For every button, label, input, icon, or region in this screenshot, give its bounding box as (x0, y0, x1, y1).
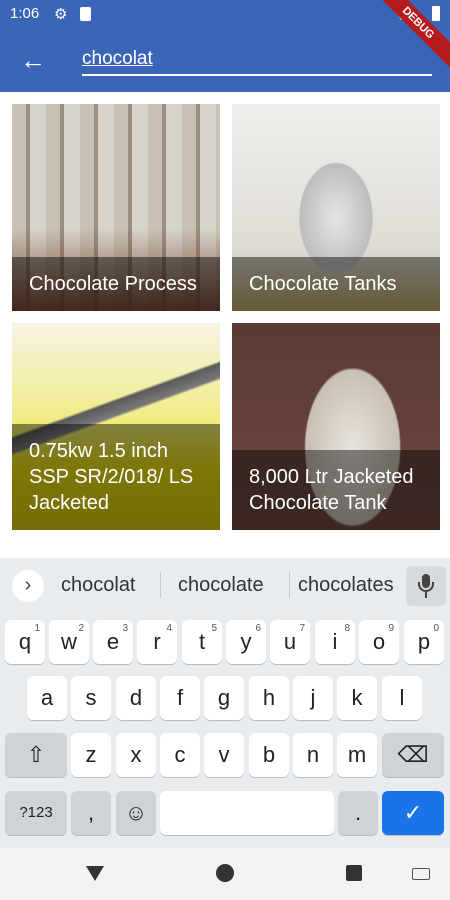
key-q[interactable]: q1 (5, 620, 45, 664)
status-time: 1:06 (10, 5, 40, 22)
emoji-icon[interactable]: ☺ (116, 791, 156, 835)
key-c[interactable]: c (160, 733, 200, 777)
key-u[interactable]: u7 (270, 620, 310, 664)
result-title: 0.75kw 1.5 inch SSP SR/2/018/ LS Jackete… (12, 424, 220, 530)
key-label: y (240, 629, 252, 654)
mic-stand (418, 582, 434, 592)
key-z[interactable]: z (71, 733, 111, 777)
key-hint: 3 (122, 623, 128, 634)
back-arrow-icon[interactable]: ← (18, 46, 48, 76)
key-d[interactable]: d (116, 676, 156, 720)
result-tile[interactable]: Chocolate Process (12, 104, 220, 311)
nav-back-icon[interactable] (86, 866, 104, 881)
keyboard-switch-icon[interactable] (412, 868, 430, 880)
key-p[interactable]: p0 (404, 620, 444, 664)
suggestion-divider (289, 572, 290, 598)
key-hint: 2 (78, 623, 84, 634)
key-hint: 9 (388, 623, 394, 634)
nav-home-icon[interactable] (216, 864, 234, 882)
gear-icon: ⚙ (54, 6, 68, 23)
key-b[interactable]: b (249, 733, 289, 777)
key-i[interactable]: i8 (315, 620, 355, 664)
key-label: p (417, 629, 431, 654)
result-title: Chocolate Process (12, 257, 220, 311)
soft-keyboard: › chocolat chocolate chocolates q1 w2 e3… (0, 558, 450, 848)
key-t[interactable]: t5 (182, 620, 222, 664)
key-v[interactable]: v (204, 733, 244, 777)
result-tile[interactable]: Chocolate Tanks (232, 104, 440, 311)
key-s[interactable]: s (71, 676, 111, 720)
key-a[interactable]: a (27, 676, 67, 720)
suggestion-item[interactable]: chocolate (178, 574, 264, 597)
key-hint: 5 (211, 623, 217, 634)
key-n[interactable]: n (293, 733, 333, 777)
key-h[interactable]: h (249, 676, 289, 720)
suggestion-item[interactable]: chocolates (298, 574, 394, 597)
nav-recents-icon[interactable] (346, 865, 362, 881)
result-tile[interactable]: 8,000 Ltr Jacketed Chocolate Tank (232, 323, 440, 530)
result-title: Chocolate Tanks (232, 257, 440, 311)
status-bar: 1:06 ⚙ (0, 0, 450, 28)
key-x[interactable]: x (116, 733, 156, 777)
key-l[interactable]: l (382, 676, 422, 720)
key-e[interactable]: e3 (93, 620, 133, 664)
suggestion-strip: › chocolat chocolate chocolates (0, 558, 450, 612)
key-k[interactable]: k (337, 676, 377, 720)
key-label: w (61, 629, 77, 654)
space-bar[interactable] (160, 791, 334, 835)
search-input[interactable]: chocolat (82, 44, 432, 76)
comma-key[interactable]: , (71, 791, 111, 835)
key-hint: 0 (433, 623, 439, 634)
key-f[interactable]: f (160, 676, 200, 720)
result-tile[interactable]: 0.75kw 1.5 inch SSP SR/2/018/ LS Jackete… (12, 323, 220, 530)
key-r[interactable]: r4 (137, 620, 177, 664)
key-label: e (106, 629, 120, 654)
suggestion-divider (160, 572, 161, 598)
key-m[interactable]: m (337, 733, 377, 777)
key-hint: 1 (34, 623, 40, 634)
chevron-right-icon[interactable]: › (12, 570, 44, 602)
key-hint: 6 (255, 623, 261, 634)
enter-check-icon[interactable]: ✓ (382, 791, 444, 835)
mic-leg (425, 592, 427, 598)
shift-icon[interactable]: ⇧ (5, 733, 67, 777)
key-label: u (283, 629, 297, 654)
key-label: q (18, 629, 32, 654)
key-label: t (198, 629, 206, 654)
key-g[interactable]: g (204, 676, 244, 720)
key-hint: 7 (299, 623, 305, 634)
symbols-key[interactable]: ?123 (5, 791, 67, 835)
key-y[interactable]: y6 (226, 620, 266, 664)
app-bar: ← chocolat (0, 28, 450, 92)
battery-icon (432, 6, 440, 21)
microphone-icon[interactable] (406, 566, 446, 606)
key-w[interactable]: w2 (49, 620, 89, 664)
backspace-icon[interactable]: ⌫ (382, 733, 444, 777)
key-hint: 8 (344, 623, 350, 634)
result-title: 8,000 Ltr Jacketed Chocolate Tank (232, 450, 440, 530)
key-label: i (332, 629, 338, 654)
search-input-text: chocolat (82, 48, 153, 69)
system-nav-bar (0, 848, 450, 900)
period-key[interactable]: . (338, 791, 378, 835)
suggestion-item[interactable]: chocolat (61, 574, 136, 597)
key-j[interactable]: j (293, 676, 333, 720)
key-label: o (372, 629, 386, 654)
sd-card-icon (80, 7, 91, 21)
key-label: r (153, 629, 161, 654)
key-o[interactable]: o9 (359, 620, 399, 664)
key-hint: 4 (166, 623, 172, 634)
